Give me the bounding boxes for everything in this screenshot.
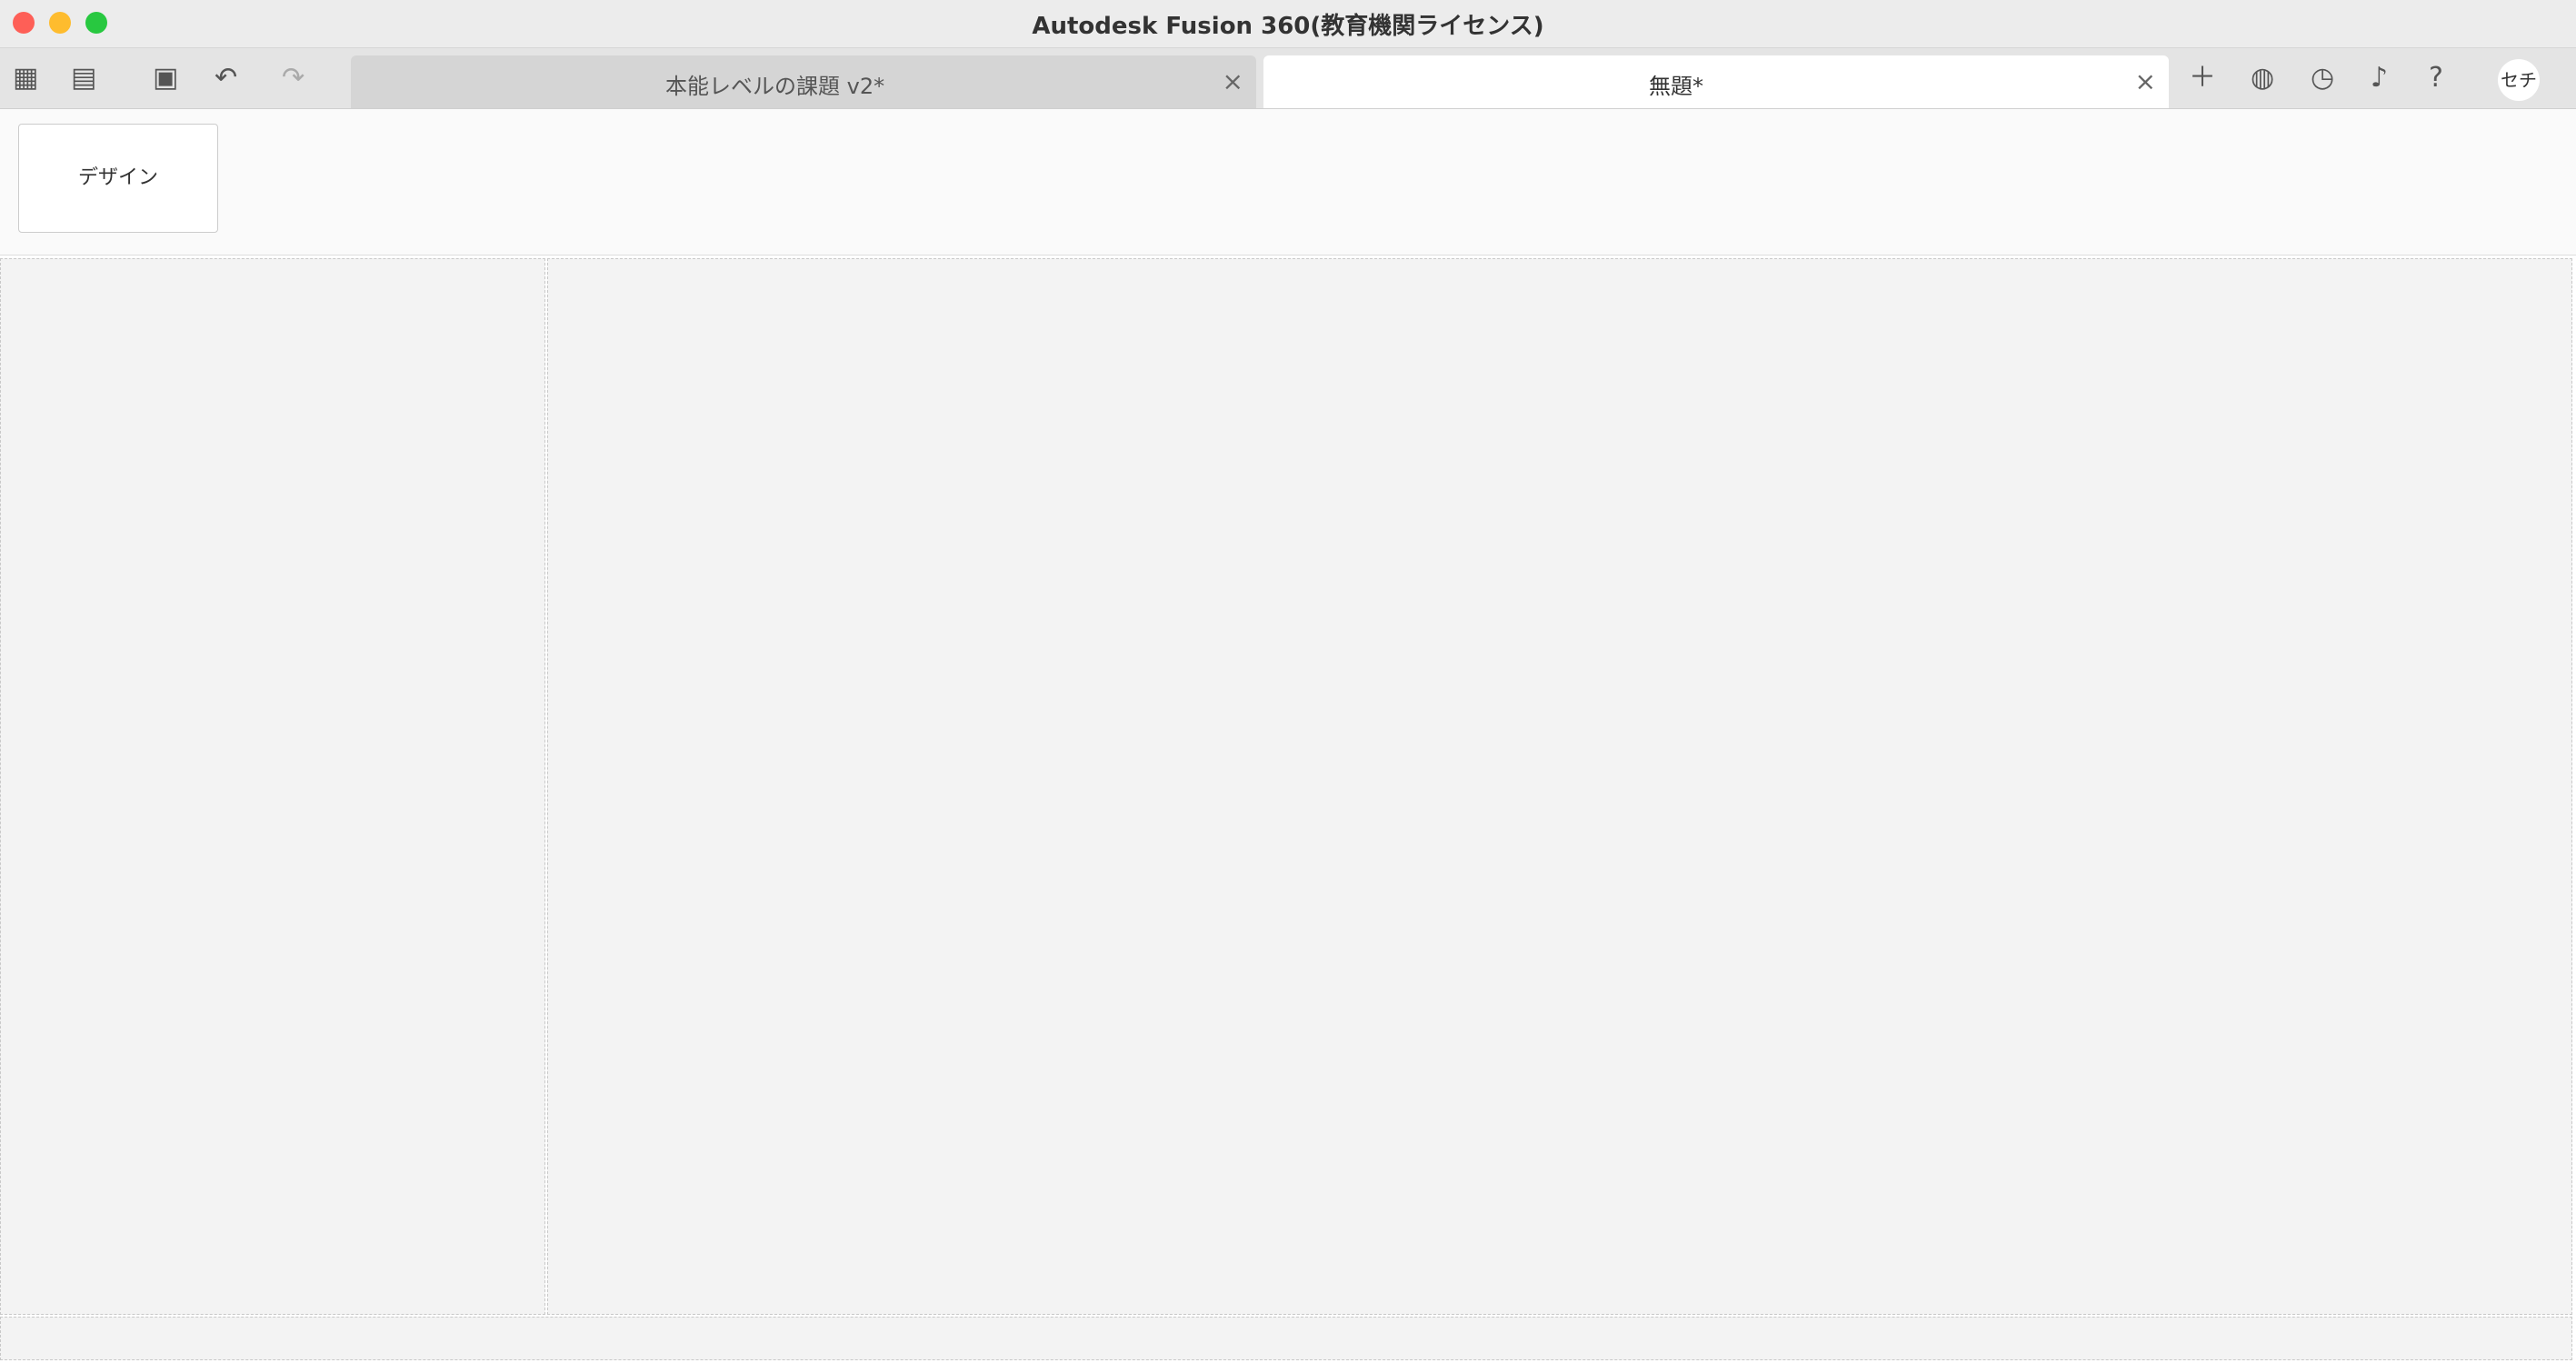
save-icon[interactable]: ▣ xyxy=(153,65,178,92)
new-tab-icon[interactable]: ＋ xyxy=(2189,65,2216,92)
extensions-icon[interactable]: ◍ xyxy=(2251,65,2274,92)
redo-icon[interactable]: ↷ xyxy=(282,65,305,92)
workspace-switcher[interactable]: デザイン xyxy=(18,124,218,233)
bottom-bar-placeholder xyxy=(0,1317,2572,1360)
job-status-icon[interactable]: ◷ xyxy=(2311,65,2334,92)
tab-document-1[interactable]: 本能レベルの課題 v2* × xyxy=(351,55,1256,108)
close-tab-icon[interactable]: × xyxy=(1223,66,1243,96)
tab-document-2[interactable]: 無題* × xyxy=(1263,55,2169,108)
data-panel-icon[interactable]: ▦ xyxy=(13,65,38,92)
close-tab-icon[interactable]: × xyxy=(2135,66,2156,96)
browser-panel-placeholder xyxy=(0,258,545,1315)
tab-document-2-label: 無題* xyxy=(1649,74,1703,99)
undo-icon[interactable]: ↶ xyxy=(215,65,237,92)
tab-document-1-label: 本能レベルの課題 v2* xyxy=(665,74,885,99)
help-icon[interactable]: ? xyxy=(2429,65,2443,92)
toolbar: デザイン xyxy=(0,109,2576,256)
window-title: Autodesk Fusion 360(教育機関ライセンス) xyxy=(1032,13,1544,40)
tab-bar: ▦ ▤ ▣ ↶ ↷ 本能レベルの課題 v2* × 無題* × ＋ ◍ ◷ ♪ ?… xyxy=(0,48,2576,109)
file-menu-icon[interactable]: ▤ xyxy=(71,65,96,92)
user-avatar[interactable]: セチ xyxy=(2498,59,2540,101)
notifications-icon[interactable]: ♪ xyxy=(2371,65,2388,92)
title-bar: Autodesk Fusion 360(教育機関ライセンス) xyxy=(0,0,2576,48)
sketch-canvas-placeholder xyxy=(547,258,2572,1315)
